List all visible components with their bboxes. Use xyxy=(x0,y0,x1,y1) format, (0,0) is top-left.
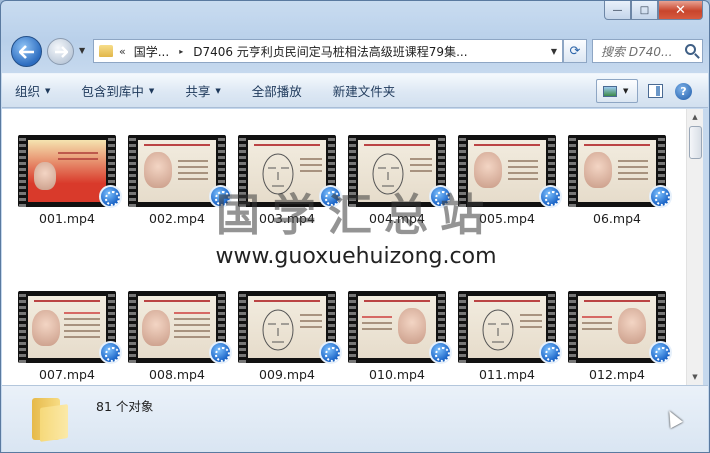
refresh-button[interactable]: ⟳ xyxy=(563,39,587,63)
address-dropdown-icon[interactable]: ▼ xyxy=(546,47,562,56)
search-placeholder: 搜索 D740... xyxy=(601,44,673,59)
file-item[interactable]: 008.mp4 xyxy=(128,289,232,385)
minimize-button[interactable]: — xyxy=(604,1,631,20)
media-player-icon xyxy=(539,341,562,364)
scroll-up-icon[interactable]: ▲ xyxy=(687,109,703,125)
watermark-url: www.guoxuehuizong.com xyxy=(215,244,497,269)
file-name: 010.mp4 xyxy=(369,367,425,382)
file-item[interactable]: 011.mp4 xyxy=(458,289,562,385)
forward-button[interactable] xyxy=(47,38,74,65)
folder-large-icon xyxy=(30,394,76,442)
toolbar-item-4[interactable]: 新建文件夹 xyxy=(333,81,396,100)
preview-pane-icon[interactable] xyxy=(648,84,663,98)
toolbar-right-group: ▼ ? xyxy=(596,79,692,103)
toolbar-item-label: 共享 xyxy=(185,84,211,99)
chevron-down-icon: ▼ xyxy=(215,86,221,95)
details-pane: 81 个对象 xyxy=(2,385,708,452)
caption-buttons: — □ ✕ xyxy=(604,1,703,20)
toolbar-item-label: 全部播放 xyxy=(251,84,302,99)
file-item[interactable]: 012.mp4 xyxy=(568,289,672,385)
toolbar-item-0[interactable]: 组织 ▼ xyxy=(15,81,50,100)
change-view-button[interactable]: ▼ xyxy=(596,79,638,103)
address-overflow-chevron[interactable]: « xyxy=(119,45,126,58)
toolbar-item-1[interactable]: 包含到库中 ▼ xyxy=(81,81,154,100)
media-player-icon xyxy=(99,341,122,364)
scroll-down-icon[interactable]: ▼ xyxy=(687,369,703,385)
breadcrumb-current[interactable]: D7406 元亨利贞民间定马桩相法高级班课程79集... xyxy=(193,43,546,60)
recent-pages-icon[interactable]: ▼ xyxy=(79,46,85,55)
toolbar-item-2[interactable]: 共享 ▼ xyxy=(185,81,220,100)
item-count: 81 个对象 xyxy=(96,399,154,414)
maximize-button[interactable]: □ xyxy=(631,1,658,20)
help-icon[interactable]: ? xyxy=(675,82,692,100)
chevron-down-icon: ▼ xyxy=(148,86,155,95)
scroll-thumb[interactable] xyxy=(689,126,702,159)
refresh-icon: ⟳ xyxy=(569,43,581,59)
toolbar-item-label: 新建文件夹 xyxy=(332,84,396,99)
watermark-title: 国学汇总站 xyxy=(216,190,496,241)
search-icon[interactable] xyxy=(685,44,696,55)
mouse-cursor-icon xyxy=(663,407,683,429)
file-name: 012.mp4 xyxy=(589,367,645,382)
file-item[interactable]: 009.mp4 xyxy=(238,289,342,385)
toolbar-item-label: 组织 xyxy=(15,84,41,99)
toolbar-item-3[interactable]: 全部播放 xyxy=(252,81,302,100)
file-item[interactable]: 007.mp4 xyxy=(18,289,122,385)
media-player-icon xyxy=(319,341,342,364)
arrow-right-icon xyxy=(54,45,68,58)
view-thumbnail-icon xyxy=(603,85,617,97)
explorer-window: — □ ✕ ▼ « 国学... ▸ D7406 元亨利贞民间定马桩相法高级班课程… xyxy=(0,0,710,453)
file-name: 007.mp4 xyxy=(39,367,95,382)
media-player-icon xyxy=(649,341,672,364)
close-button[interactable]: ✕ xyxy=(658,1,703,20)
media-player-icon xyxy=(209,341,232,364)
search-input[interactable]: 搜索 D740... xyxy=(592,39,703,63)
file-item[interactable]: 010.mp4 xyxy=(348,289,452,385)
file-name: 009.mp4 xyxy=(259,367,315,382)
breadcrumb-separator-icon[interactable]: ▸ xyxy=(179,47,183,56)
command-toolbar: 组织 ▼ 包含到库中 ▼ 共享 ▼ 全部播放 新建文件夹 ▼ ? xyxy=(2,73,708,108)
navigation-row: ▼ « 国学... ▸ D7406 元亨利贞民间定马桩相法高级班课程79集...… xyxy=(9,34,703,68)
chevron-down-icon: ▼ xyxy=(623,87,629,95)
media-player-icon xyxy=(429,341,452,364)
chevron-down-icon: ▼ xyxy=(45,86,51,95)
folder-icon xyxy=(99,45,113,57)
back-button[interactable] xyxy=(11,36,42,67)
file-name: 011.mp4 xyxy=(479,367,535,382)
toolbar-item-label: 包含到库中 xyxy=(81,84,144,99)
address-bar[interactable]: « 国学... ▸ D7406 元亨利贞民间定马桩相法高级班课程79集... ▼ xyxy=(93,39,563,63)
arrow-left-icon xyxy=(18,44,34,59)
breadcrumb-parent[interactable]: 国学... xyxy=(134,43,169,60)
file-name: 008.mp4 xyxy=(149,367,205,382)
